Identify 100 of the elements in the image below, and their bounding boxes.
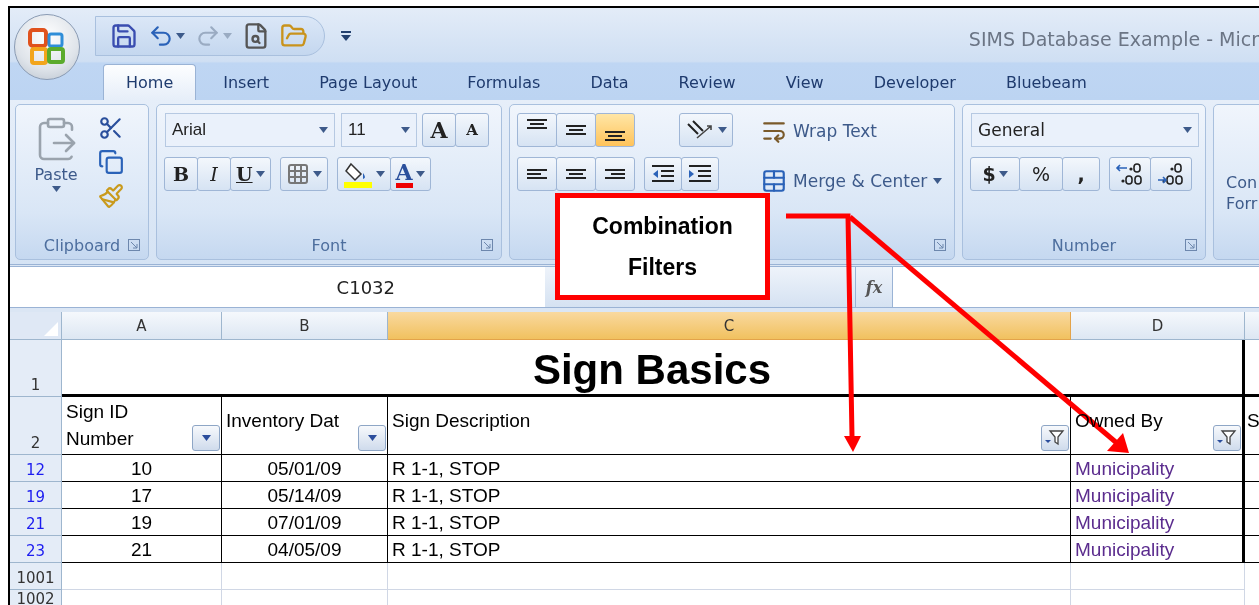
column-heading: Sign ID Number	[66, 400, 134, 451]
row-header[interactable]: 1001	[10, 563, 62, 590]
caret-icon	[933, 178, 943, 184]
currency-button[interactable]: $	[970, 157, 1020, 191]
orientation-button[interactable]	[679, 113, 733, 147]
name-box[interactable]: C1032	[10, 267, 545, 307]
caret-icon	[1183, 127, 1192, 133]
row-header[interactable]: 1	[10, 340, 62, 397]
slanted-text-icon	[685, 118, 715, 142]
shrink-font-button[interactable]: A	[455, 113, 489, 147]
ribbon-tab[interactable]: Page Layout	[296, 64, 441, 100]
table-cell: 17	[62, 482, 222, 509]
dialog-launcher-icon[interactable]	[934, 239, 946, 251]
table-cell: 05/01/09	[222, 455, 388, 482]
ribbon-tab[interactable]: Bluebeam	[982, 64, 1110, 100]
row-header[interactable]: 2	[10, 397, 62, 455]
vertical-align-button[interactable]	[517, 113, 557, 147]
fill-color-button[interactable]	[336, 157, 391, 191]
formula-field[interactable]	[893, 267, 1259, 307]
ribbon-tab[interactable]: Home	[103, 64, 197, 100]
column-header[interactable]: A	[62, 312, 222, 340]
increase-indent-button[interactable]	[681, 157, 719, 191]
filter-icon	[1217, 430, 1237, 446]
font-color-button[interactable]: A	[389, 157, 431, 191]
column-heading: Inventory Dat	[226, 409, 339, 434]
column-header[interactable]: D	[1071, 312, 1245, 340]
caret-icon	[341, 30, 351, 41]
table-cell: R 1-1, STOP	[388, 536, 1071, 563]
align-center-button[interactable]	[556, 157, 596, 191]
merge-cells-icon	[761, 168, 787, 194]
decimal-arrow-icon	[1115, 162, 1145, 186]
percent-button[interactable]: %	[1019, 157, 1063, 191]
bottom-align-icon	[605, 131, 625, 141]
underline-button[interactable]: U	[230, 157, 271, 191]
align-left-icon	[527, 169, 547, 179]
dialog-launcher-icon[interactable]	[128, 239, 140, 251]
table-cell: R 1-1, STOP	[388, 509, 1071, 536]
increase-decimal-button[interactable]	[1109, 157, 1151, 191]
caret-icon	[51, 186, 61, 192]
caret-icon	[312, 171, 322, 177]
grow-font-button[interactable]: A	[422, 113, 456, 147]
borders-button[interactable]	[279, 157, 328, 191]
comma-button[interactable]: ,	[1062, 157, 1100, 191]
column-heading: S	[1247, 409, 1259, 434]
row-header[interactable]: 19	[10, 482, 62, 509]
table-cell: R 1-1, STOP	[388, 482, 1071, 509]
row-header[interactable]: 21	[10, 509, 62, 536]
table-cell: 10	[62, 455, 222, 482]
bold-button[interactable]: B	[164, 157, 198, 191]
decimal-arrow-icon	[1156, 162, 1186, 186]
filter-button[interactable]	[192, 425, 220, 451]
dialog-launcher-icon[interactable]	[481, 239, 493, 251]
table-cell: Municipality	[1071, 536, 1245, 563]
filter-button[interactable]	[1213, 425, 1241, 451]
caret-icon	[718, 127, 727, 133]
filter-button[interactable]	[1041, 425, 1069, 451]
filter-button[interactable]	[358, 425, 386, 451]
paste-button[interactable]: Paste	[24, 113, 88, 227]
ribbon-tab[interactable]: Formulas	[444, 64, 564, 100]
increase-indent-icon	[687, 163, 713, 185]
sheet-title: Sign Basics	[62, 340, 1245, 397]
row-header[interactable]: 23	[10, 536, 62, 563]
font-size-field[interactable]: 11	[341, 113, 417, 147]
copy-button[interactable]	[96, 147, 126, 177]
ribbon-tab[interactable]: Insert	[200, 64, 293, 100]
column-header[interactable]: C	[388, 312, 1071, 340]
vertical-align-button[interactable]	[556, 113, 596, 147]
italic-button[interactable]: I	[197, 157, 231, 191]
column-header[interactable]: B	[222, 312, 388, 340]
caret-icon	[367, 435, 377, 441]
vertical-align-button[interactable]	[595, 113, 635, 147]
copy-icon	[98, 149, 124, 175]
ribbon-tab[interactable]: Review	[655, 64, 759, 100]
conditional-formatting-button[interactable]: Con Forr	[1222, 113, 1259, 227]
top-align-icon	[527, 119, 547, 129]
align-left-button[interactable]	[517, 157, 557, 191]
table-cell: Municipality	[1071, 455, 1245, 482]
ribbon-tab[interactable]: Developer	[850, 64, 979, 100]
column-heading: Sign Description	[392, 409, 531, 434]
caret-icon	[201, 435, 211, 441]
dialog-launcher-icon[interactable]	[1185, 239, 1197, 251]
decrease-decimal-button[interactable]	[1150, 157, 1192, 191]
ribbon-tab[interactable]: Data	[567, 64, 652, 100]
caret-icon	[319, 127, 328, 133]
font-name-field[interactable]: Arial	[165, 113, 335, 147]
row-header[interactable]: 12	[10, 455, 62, 482]
ribbon-tab[interactable]: View	[762, 64, 847, 100]
insert-function-button[interactable]: fx	[855, 267, 893, 307]
customize-toolbar-button[interactable]	[339, 28, 353, 43]
row-header[interactable]: 1002	[10, 590, 62, 605]
logo-icon	[27, 27, 67, 67]
decrease-indent-button[interactable]	[644, 157, 682, 191]
scissors-icon	[98, 115, 124, 141]
filter-icon	[1045, 430, 1065, 446]
middle-align-icon	[566, 125, 586, 135]
caret-icon	[223, 32, 232, 39]
number-format-field[interactable]: General	[971, 113, 1199, 147]
wrap-text-button[interactable]: Wrap Text	[757, 113, 947, 149]
align-right-button[interactable]	[595, 157, 635, 191]
caret-icon	[998, 171, 1008, 177]
